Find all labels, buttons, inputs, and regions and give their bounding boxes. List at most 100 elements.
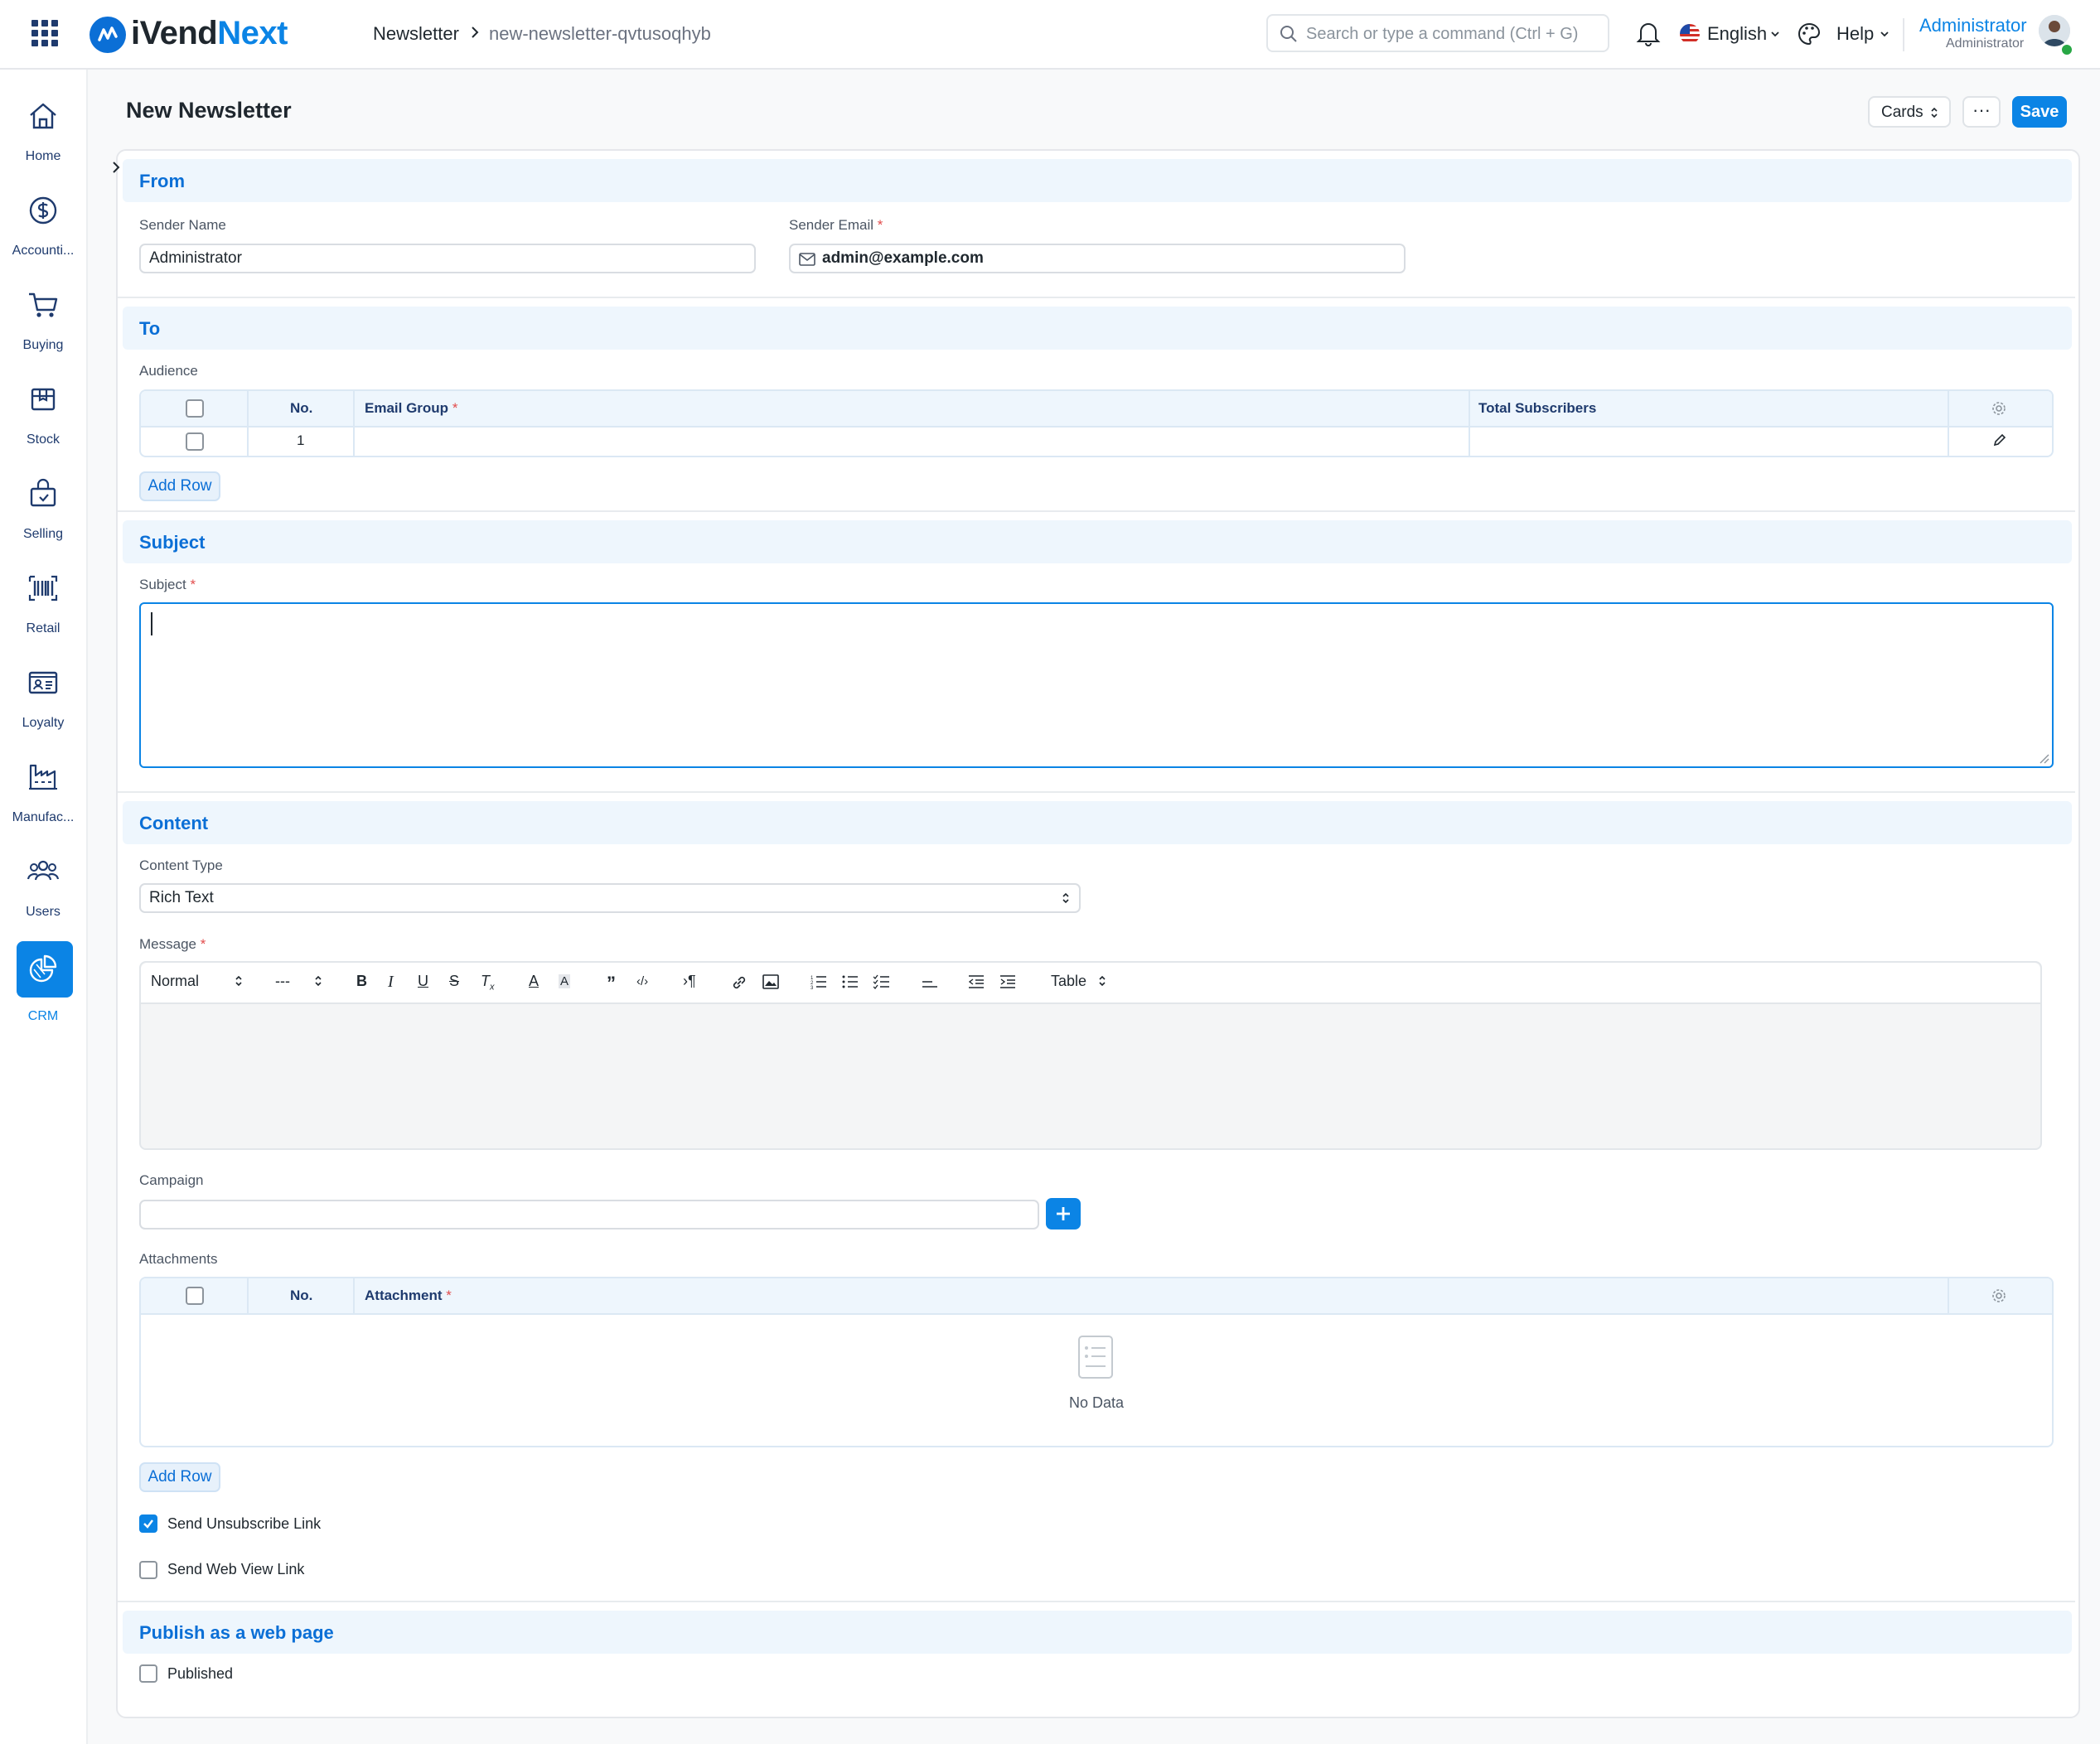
section-content[interactable]: Content [123,801,2072,844]
form-card [116,149,2080,1718]
attachments-label: Attachments [139,1251,218,1267]
edit-pencil-icon[interactable] [1992,432,2007,447]
text-direction-icon[interactable]: ›¶ [683,973,696,990]
section-title: From [139,171,185,191]
resize-handle-icon[interactable] [2039,753,2050,765]
attachments-table: No. Attachment * No Data [139,1277,2054,1447]
sidebar-item-manufacturing[interactable]: Manufac... [0,761,86,852]
strikethrough-icon[interactable]: S [449,973,459,990]
logo-icon[interactable] [90,17,126,53]
sidebar-item-loyalty[interactable]: Loyalty [0,666,86,757]
us-flag-icon[interactable] [1677,23,1702,45]
section-publish[interactable]: Publish as a web page [123,1611,2072,1654]
sidebar-item-label: Stock [26,432,60,447]
sidebar-item-crm[interactable]: CRM [0,941,86,1041]
sidebar-item-selling[interactable]: Selling [0,477,86,568]
section-title: Content [139,813,209,833]
subject-textarea[interactable] [139,602,2054,768]
image-icon[interactable] [762,974,779,989]
section-title: Subject [139,532,206,553]
bell-icon[interactable] [1636,20,1661,46]
search-bar[interactable] [1266,14,1609,52]
highlight-color-icon[interactable]: A [559,974,571,988]
table-select[interactable]: Table [1051,973,1086,990]
more-button[interactable]: ··· [1962,96,2001,128]
blockquote-icon[interactable]: ” [607,973,616,994]
sidebar-item-accounting[interactable]: Accounti... [0,194,86,285]
no-data-text: No Data [1068,1394,1125,1411]
column-header-no: No. [290,400,313,416]
select-arrows-icon [1097,974,1107,988]
campaign-label: Campaign [139,1172,204,1188]
column-header-total-subscribers: Total Subscribers [1478,400,1597,416]
checklist-icon[interactable] [873,974,890,989]
code-block-icon[interactable]: ‹/› [636,974,648,988]
section-divider [118,297,2075,298]
select-all-checkbox[interactable] [186,1287,204,1305]
gear-icon[interactable] [1991,400,2007,417]
message-editor[interactable]: Normal --- B I U S Tx A A ” ‹/› ›¶ 123 T… [139,961,2042,1150]
text-color-icon[interactable]: A [529,973,539,990]
sender-email-input[interactable]: admin@example.com [789,244,1406,273]
text-style-select[interactable]: Normal [151,973,199,990]
underline-icon[interactable]: U [418,973,428,990]
add-row-button[interactable]: Add Row [139,1462,220,1492]
subject-label: Subject * [139,577,196,592]
send-unsubscribe-checkbox[interactable] [139,1515,157,1533]
select-all-checkbox[interactable] [186,399,204,418]
outdent-icon[interactable] [968,974,985,989]
clear-format-icon[interactable]: Tx [481,973,495,993]
sidebar-item-retail[interactable]: Retail [0,572,86,663]
search-icon [1280,26,1297,42]
section-subject[interactable]: Subject [123,520,2072,563]
bullet-list-icon[interactable] [842,974,859,989]
section-from[interactable]: From [123,159,2072,202]
top-navbar: iVendNext Newsletter new-newsletter-qvtu… [0,0,2100,70]
view-selector[interactable]: Cards [1868,96,1951,128]
user-name[interactable]: Administrator [1919,15,2027,36]
chevron-down-icon [1880,30,1890,38]
link-icon[interactable] [731,974,748,991]
published-checkbox[interactable] [139,1664,157,1683]
divider [1903,18,1904,51]
sender-name-input[interactable]: Administrator [139,244,756,273]
apps-grid-icon[interactable] [31,20,58,46]
avatar[interactable] [2039,15,2070,46]
font-size-select[interactable]: --- [275,973,290,990]
sidebar-item-stock[interactable]: Stock [0,383,86,474]
content-type-label: Content Type [139,858,223,873]
save-button[interactable]: Save [2012,96,2067,128]
campaign-input[interactable] [139,1200,1039,1229]
palette-icon[interactable] [1797,22,1822,46]
table-row[interactable]: 1 [141,426,2052,456]
help-menu[interactable]: Help [1836,23,1874,45]
add-row-button[interactable]: Add Row [139,471,220,501]
row-checkbox[interactable] [186,432,204,451]
sidebar-item-label: Buying [22,338,64,352]
sidebar-item-users[interactable]: Users [0,855,86,946]
language-selector[interactable]: English [1707,23,1767,45]
content-type-select[interactable]: Rich Text [139,883,1081,913]
sidebar-item-home[interactable]: Home [0,99,86,191]
section-to[interactable]: To [123,307,2072,350]
add-campaign-button[interactable] [1046,1198,1081,1229]
section-divider [118,791,2075,793]
indent-icon[interactable] [999,974,1016,989]
sidebar: Home Accounti... Buying Stock Selling Re… [0,70,88,1744]
barcode-icon [27,572,60,605]
send-web-view-checkbox[interactable] [139,1561,157,1579]
breadcrumb-newsletter[interactable]: Newsletter [373,23,459,45]
page-title: New Newsletter [126,98,292,123]
published-label: Published [167,1665,234,1682]
app-logo[interactable]: iVendNext [131,15,288,52]
align-icon[interactable] [922,974,938,989]
table-header: No. Email Group * Total Subscribers [141,391,2052,428]
bold-icon[interactable]: B [356,973,367,990]
dollar-icon [27,194,60,227]
search-input[interactable] [1304,22,1598,46]
sidebar-item-buying[interactable]: Buying [0,288,86,379]
ordered-list-icon[interactable]: 123 [810,974,827,989]
gear-icon[interactable] [1991,1287,2007,1304]
chevron-down-icon [1770,30,1780,38]
italic-icon[interactable]: I [388,973,394,992]
